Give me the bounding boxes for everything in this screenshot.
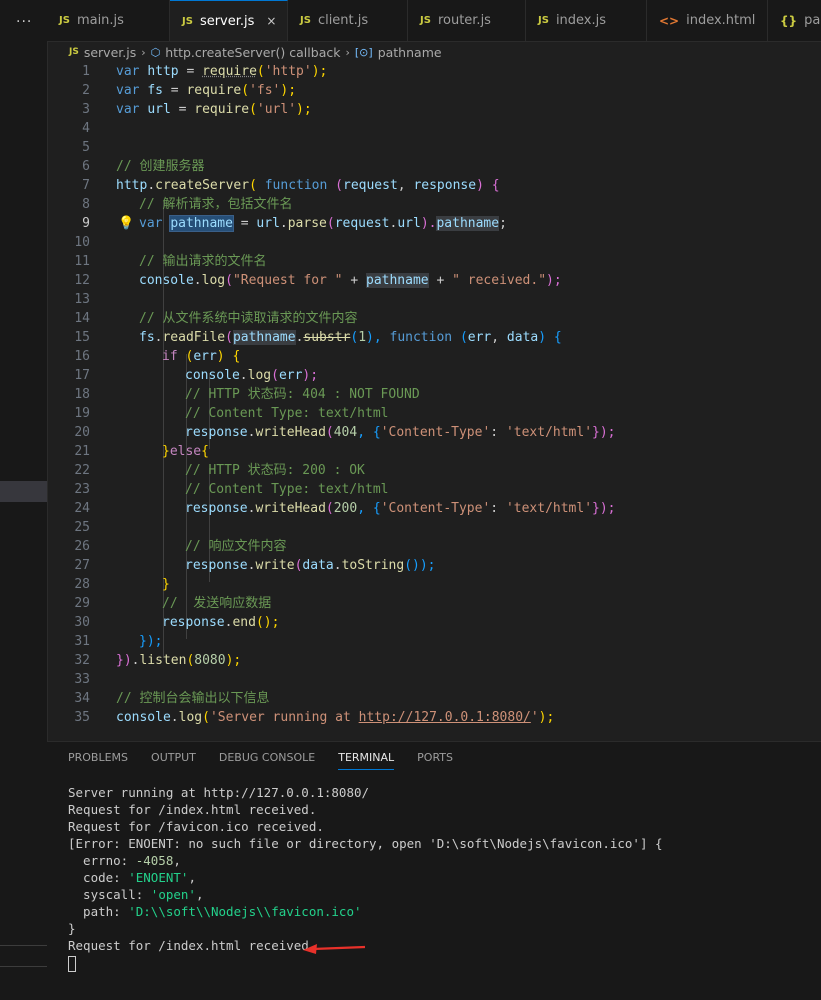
- code-line: 12 console.log("Request for " + pathname …: [74, 273, 562, 288]
- terminal-line: Request for /favicon.ico received.: [68, 819, 324, 834]
- code-line: 14// 从文件系统中读取请求的文件内容: [74, 311, 358, 326]
- code-line: 13: [74, 292, 90, 307]
- code-line: 30 response.end();: [74, 615, 280, 630]
- terminal-line: syscall: 'open',: [68, 887, 204, 902]
- terminal-line: errno: -4058,: [68, 853, 181, 868]
- terminal-line: code: 'ENOENT',: [68, 870, 196, 885]
- js-file-icon: JS: [182, 15, 193, 27]
- code-line: 28}: [74, 577, 170, 592]
- breadcrumb-function[interactable]: http.createServer() callback: [165, 45, 340, 60]
- code-line: 35 console.log('Server running at http://…: [74, 710, 555, 725]
- code-line: 5: [82, 140, 90, 155]
- terminal-line: Server running at http://127.0.0.1:8080/: [68, 785, 370, 800]
- terminal-line: [Error: ENOENT: no such file or director…: [68, 836, 663, 851]
- close-icon[interactable]: ×: [266, 14, 276, 28]
- code-line: 19// Content Type: text/html: [74, 406, 389, 421]
- code-line: 16 if (err) {: [74, 349, 241, 364]
- json-file-icon: {}: [780, 13, 798, 28]
- code-line: 4: [82, 121, 90, 136]
- sidebar-divider: [0, 966, 47, 967]
- code-line: 11// 输出请求的文件名: [74, 254, 267, 269]
- code-line: 27 response.write(data.toString());: [74, 558, 436, 573]
- code-line: 6// 创建服务器: [82, 159, 205, 174]
- code-line: 23// Content Type: text/html: [74, 482, 389, 497]
- tab-index-js[interactable]: JS index.js: [526, 0, 647, 41]
- bottom-panel: PROBLEMS OUTPUT DEBUG CONSOLE TERMINAL P…: [47, 741, 821, 1000]
- js-file-icon: JS: [59, 15, 70, 26]
- lightbulb-icon[interactable]: 💡: [118, 214, 134, 233]
- tab-server-js[interactable]: JS server.js ×: [170, 0, 288, 41]
- tab-problems[interactable]: PROBLEMS: [68, 751, 128, 770]
- html-file-icon: <>: [659, 13, 680, 28]
- code-line: 7 http.createServer( function (request, r…: [82, 178, 500, 193]
- code-line: 29// 发送响应数据: [74, 596, 272, 611]
- tab-client-js[interactable]: JS client.js: [288, 0, 408, 41]
- code-line: 34// 控制台会输出以下信息: [74, 691, 270, 706]
- terminal-cursor: [68, 955, 76, 972]
- tab-output[interactable]: OUTPUT: [151, 751, 196, 770]
- tab-label: client.js: [317, 13, 369, 28]
- tab-label: server.js: [199, 13, 255, 29]
- code-line: 21}else{: [74, 444, 209, 459]
- terminal-line: }: [68, 921, 76, 936]
- breadcrumb-symbol[interactable]: pathname: [378, 45, 442, 60]
- tab-package-json[interactable]: {} package.json: [768, 0, 821, 41]
- js-file-icon: JS: [420, 15, 431, 26]
- tab-label: router.js: [437, 13, 491, 28]
- sidebar-selected-item[interactable]: [0, 481, 47, 502]
- tab-router-js[interactable]: JS router.js: [408, 0, 526, 41]
- tab-debug-console[interactable]: DEBUG CONSOLE: [219, 751, 315, 770]
- code-line: 32}).listen(8080);: [74, 653, 242, 668]
- code-line: 1 var http = require('http');: [82, 64, 328, 79]
- code-line-current: 9 💡 var pathname = url.parse(request.url).…: [82, 214, 507, 233]
- code-line: 24 response.writeHead(200, {'Content-Type…: [74, 501, 616, 516]
- code-line: 33: [74, 672, 90, 687]
- chevron-right-icon: ›: [141, 45, 146, 59]
- js-file-icon: JS: [300, 15, 311, 26]
- code-line: 18// HTTP 状态码: 404 : NOT FOUND: [74, 387, 420, 402]
- terminal-cursor-line: [68, 954, 663, 972]
- code-line: 20 response.writeHead(404, {'Content-Type…: [74, 425, 616, 440]
- code-line: 26// 响应文件内容: [74, 539, 287, 554]
- code-line: 2 var fs = require('fs');: [82, 83, 297, 98]
- breadcrumb-file[interactable]: server.js: [84, 45, 136, 60]
- function-symbol-icon: ⬡: [150, 45, 161, 59]
- code-editor[interactable]: 1 var http = require('http'); 2 var fs = r…: [47, 62, 821, 740]
- tab-main-js[interactable]: JS main.js: [47, 0, 170, 41]
- activity-sidebar: ···: [0, 0, 48, 1000]
- terminal-line: Request for /index.html received.: [68, 802, 317, 817]
- terminal-line: path: 'D:\\soft\\Nodejs\\favicon.ico': [68, 904, 362, 919]
- js-file-icon: JS: [69, 47, 79, 57]
- tab-terminal[interactable]: TERMINAL: [338, 751, 395, 770]
- code-line: 8// 解析请求，包括文件名: [82, 197, 293, 212]
- code-line: 17 console.log(err);: [74, 368, 319, 383]
- tab-label: index.html: [686, 13, 756, 28]
- more-actions-icon[interactable]: ···: [16, 14, 32, 30]
- url-link[interactable]: http://127.0.0.1:8080/: [359, 710, 531, 725]
- code-line: 3 var url = require('url');: [82, 102, 312, 117]
- chevron-right-icon: ›: [345, 45, 350, 59]
- tab-index-html[interactable]: <> index.html: [647, 0, 768, 41]
- tab-label: index.js: [555, 13, 607, 28]
- annotation-arrow-icon: [303, 944, 366, 954]
- variable-symbol-icon: [⊙]: [354, 45, 373, 59]
- breadcrumb: JS server.js › ⬡ http.createServer() cal…: [47, 42, 821, 62]
- tab-label: main.js: [76, 13, 124, 28]
- tab-label: package.json: [804, 13, 821, 28]
- tab-ports[interactable]: PORTS: [417, 751, 453, 770]
- code-line: 22// HTTP 状态码: 200 : OK: [74, 463, 365, 478]
- code-line: 15 fs.readFile(pathname.substr(1), functi…: [74, 330, 562, 345]
- code-line: 31});: [74, 634, 163, 649]
- code-line: 25: [74, 520, 90, 535]
- panel-tabs: PROBLEMS OUTPUT DEBUG CONSOLE TERMINAL P…: [68, 751, 453, 770]
- js-file-icon: JS: [538, 15, 549, 26]
- editor-tab-bar: JS main.js JS server.js × JS client.js JS rou…: [47, 0, 821, 42]
- sidebar-divider: [0, 945, 47, 946]
- code-line: 10: [74, 235, 90, 250]
